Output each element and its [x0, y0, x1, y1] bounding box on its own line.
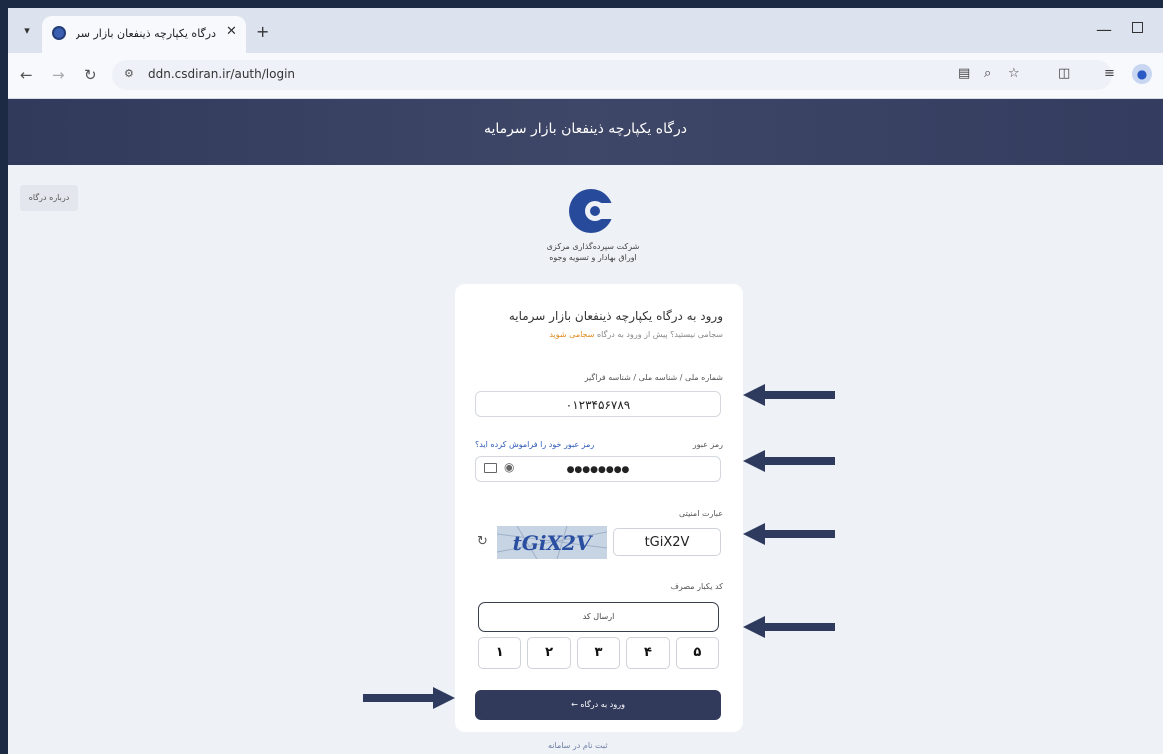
login-subtitle: سجامی نیستید؟ پیش از ورود به درگاه سجامی…: [549, 330, 723, 339]
otp-digit-3[interactable]: ۳: [576, 637, 621, 669]
login-title: ورود به درگاه یکپارچه ذینفعان بازار سرما…: [508, 309, 723, 323]
otp-label: کد یکبار مصرف: [670, 582, 723, 591]
national-id-value: ۰۱۲۳۴۵۶۷۸۹: [565, 398, 631, 412]
tab-strip: ▾ درگاه یکپارچه ذینفعان بازار سرمایه ✕ +…: [8, 8, 1163, 53]
national-id-input[interactable]: ۰۱۲۳۴۵۶۷۸۹: [475, 391, 721, 417]
logo-line-1: شرکت سپرده‌گذاری مرکزی: [546, 242, 640, 251]
otp-input-group: ۱ ۲ ۳ ۴ ۵: [478, 637, 720, 669]
annotation-arrow-left-icon: [743, 384, 835, 406]
tab-search-icon[interactable]: ▾: [16, 20, 38, 42]
refresh-captcha-icon[interactable]: ↻: [477, 534, 488, 549]
register-footer-link[interactable]: ثبت نام در سامانه: [548, 741, 608, 750]
login-submit-button[interactable]: ورود به درگاه ←: [475, 690, 721, 720]
site-info-icon[interactable]: ⚙: [124, 67, 134, 80]
zoom-icon[interactable]: ⌕: [984, 66, 991, 81]
subtitle-text: سجامی نیستید؟ پیش از ورود به درگاه: [596, 330, 723, 339]
about-portal-button[interactable]: درباره درگاه: [20, 185, 78, 211]
forgot-password-link[interactable]: رمز عبور خود را فراموش کرده اید؟: [475, 440, 594, 449]
otp-digit-5[interactable]: ۵: [675, 637, 720, 669]
close-tab-icon[interactable]: ✕: [226, 24, 237, 39]
login-card: ورود به درگاه یکپارچه ذینفعان بازار سرما…: [455, 284, 743, 732]
password-label: رمز عبور: [692, 440, 723, 449]
page-title: درگاه یکپارچه ذینفعان بازار سرمایه: [483, 121, 688, 137]
captcha-value: tGiX2V: [644, 535, 690, 550]
login-arrow-icon: ←: [571, 700, 578, 709]
annotation-arrow-left-icon: [743, 616, 835, 638]
otp-digit-4[interactable]: ۴: [626, 637, 670, 669]
logo-caption: شرکت سپرده‌گذاری مرکزی اوراق بهادار و تس…: [538, 241, 648, 263]
forward-icon[interactable]: →: [52, 66, 65, 84]
reload-icon[interactable]: ↻: [84, 66, 97, 84]
new-tab-icon[interactable]: +: [256, 22, 269, 41]
captcha-input[interactable]: tGiX2V: [613, 528, 721, 556]
minimize-icon[interactable]: —: [1096, 20, 1112, 39]
restore-icon[interactable]: [1132, 22, 1143, 33]
browser-window: ▾ درگاه یکپارچه ذینفعان بازار سرمایه ✕ +…: [8, 8, 1163, 754]
annotation-arrow-left-icon: [743, 523, 835, 545]
extensions-icon[interactable]: ◫: [1058, 66, 1070, 81]
send-code-button[interactable]: ارسال کد: [478, 602, 719, 632]
password-input[interactable]: ◉ ●●●●●●●●: [475, 456, 721, 482]
page-header: درگاه یکپارچه ذینفعان بازار سرمایه: [8, 99, 1163, 165]
browser-toolbar: ← → ↻ ⚙ ddn.csdiran.ir/auth/login ▤ ⌕ ☆ …: [8, 53, 1163, 99]
site-favicon-icon: [52, 26, 66, 40]
captcha-label: عبارت امنیتی: [679, 509, 723, 518]
reading-list-icon[interactable]: ≡: [1104, 66, 1115, 81]
annotation-arrow-left-icon: [743, 450, 835, 472]
captcha-image: tGiX2V: [497, 526, 607, 559]
tab-title: درگاه یکپارچه ذینفعان بازار سرمایه: [76, 27, 216, 40]
login-button-label: ورود به درگاه: [580, 700, 625, 709]
browser-tab[interactable]: درگاه یکپارچه ذینفعان بازار سرمایه ✕: [42, 16, 246, 53]
back-icon[interactable]: ←: [20, 66, 33, 84]
url-text: ddn.csdiran.ir/auth/login: [148, 67, 296, 81]
annotation-arrow-right-icon: [363, 687, 455, 709]
otp-digit-2[interactable]: ۲: [527, 637, 571, 669]
otp-digit-1[interactable]: ۱: [478, 637, 522, 669]
translate-icon[interactable]: ▤: [958, 66, 970, 81]
captcha-text: tGiX2V: [513, 531, 594, 555]
register-link[interactable]: سجامی شوید: [549, 330, 594, 339]
profile-avatar-icon[interactable]: ●: [1132, 64, 1152, 84]
csd-logo-icon: [569, 189, 616, 233]
bookmark-star-icon[interactable]: ☆: [1008, 66, 1020, 81]
national-id-label: شماره ملی / شناسه ملی / شناسه فراگیر: [584, 373, 723, 382]
logo-line-2: اوراق بهادار و تسویه وجوه: [549, 253, 637, 262]
password-value: ●●●●●●●●: [566, 465, 630, 475]
